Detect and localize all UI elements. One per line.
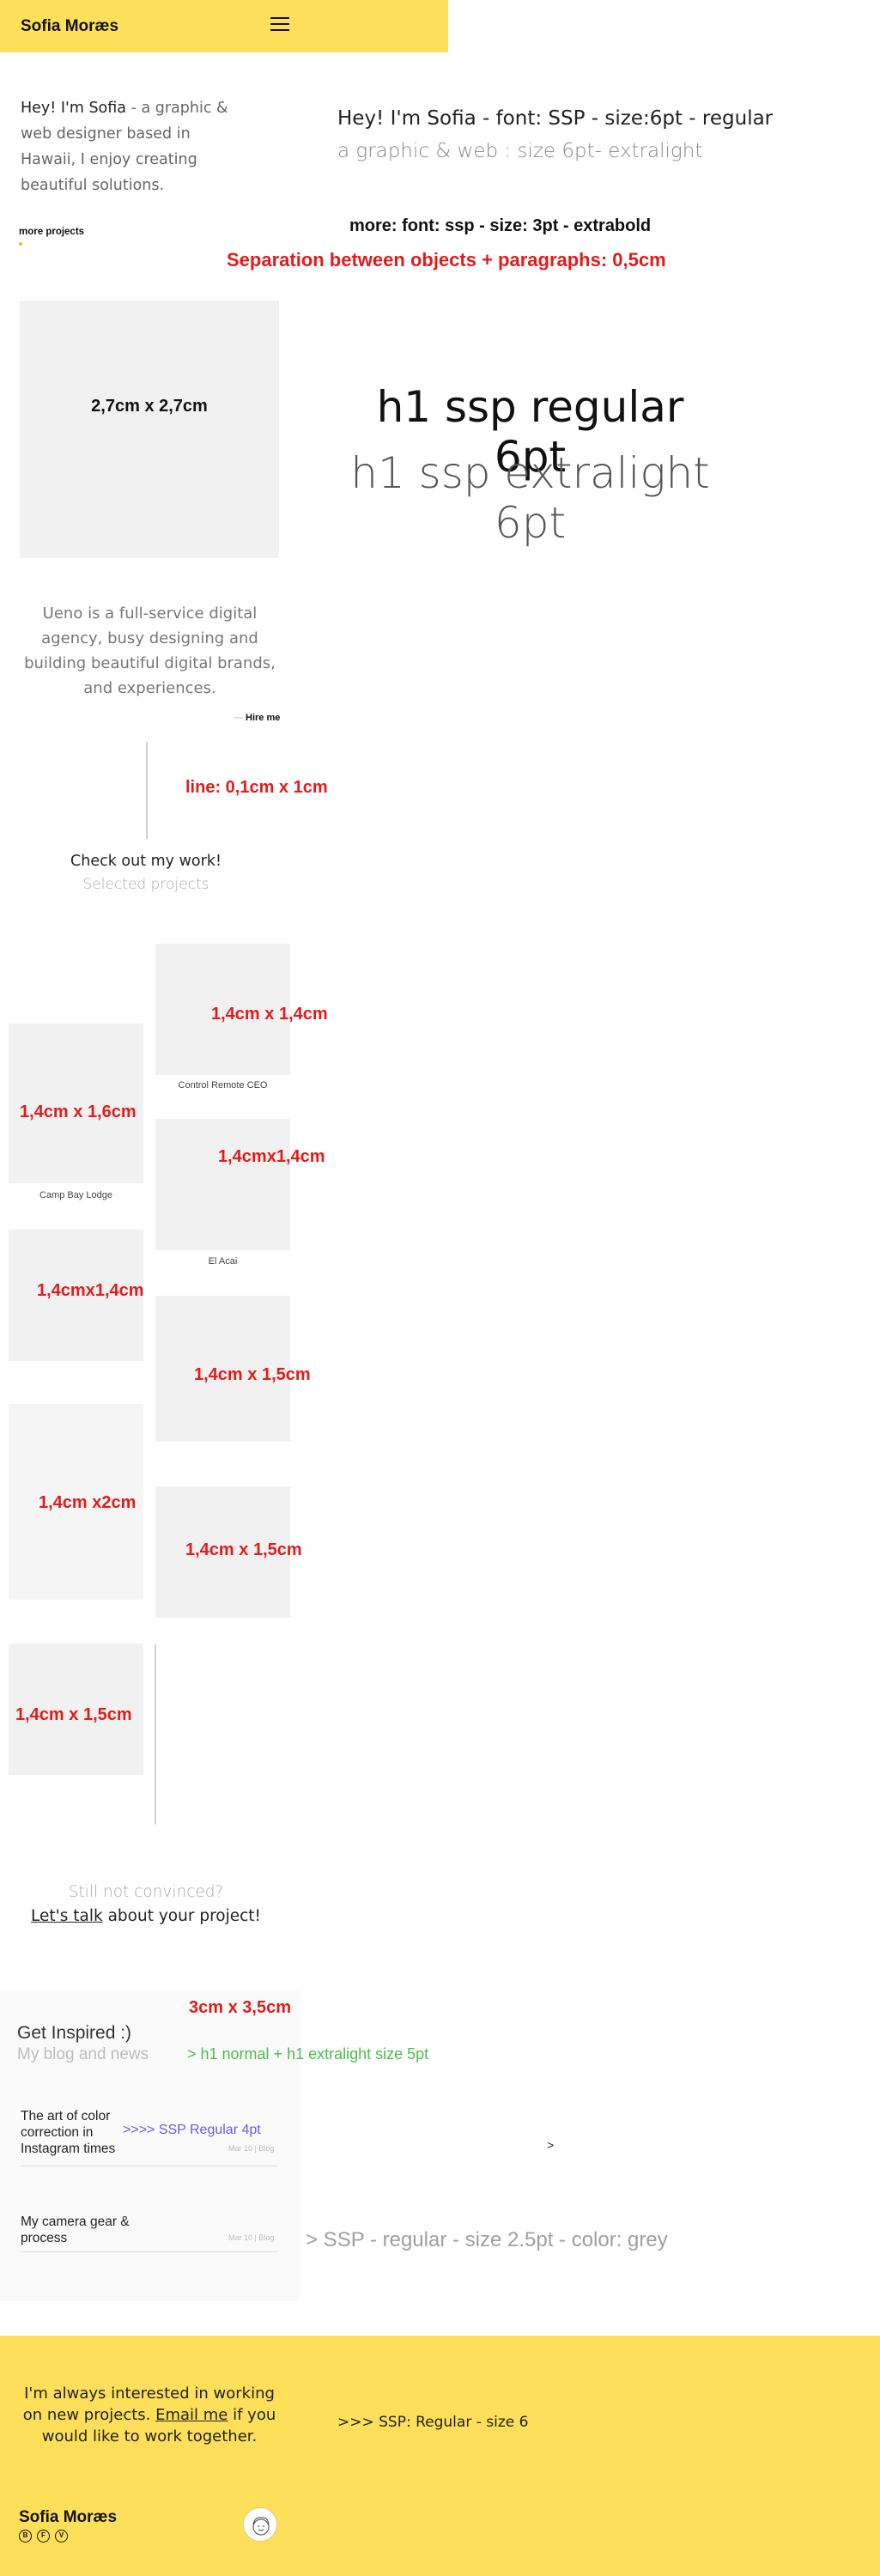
note-intro-font: Hey! I'm Sofia - font: SSP - size:6pt - …	[337, 107, 774, 130]
blog-subtitle: My blog and news	[17, 2045, 149, 2063]
note-blog-font: >>>> SSP Regular 4pt	[123, 2123, 261, 2137]
project-size-label: 1,4cm x2cm	[39, 1493, 137, 1512]
work-subtitle: Selected projects	[82, 876, 209, 893]
note-blog-h1: > h1 normal + h1 extralight size 5pt	[187, 2045, 429, 2063]
note-footer-font: >>> SSP: Regular - size 6	[337, 2414, 529, 2431]
avatar	[243, 2507, 277, 2542]
blog-post-meta: Mar 10 | Blog	[228, 2144, 275, 2153]
work-title: Check out my work!	[70, 853, 222, 870]
project-size-label: 1,4cmx1,4cm	[37, 1281, 144, 1300]
blog-title: Get Inspired :)	[17, 2023, 132, 2043]
footer-brand[interactable]: Sofia Moræs	[19, 2508, 117, 2527]
blog-post-divider	[21, 2251, 278, 2252]
project-caption[interactable]: El Acai	[155, 1256, 290, 1267]
note-separation: Separation between objects + paragraphs:…	[227, 249, 666, 270]
email-me-link[interactable]: Email me	[155, 2406, 228, 2424]
project-size-label: 1,4cm x 1,5cm	[194, 1365, 311, 1384]
more-projects-dot	[19, 242, 22, 246]
project-size-label: 1,4cm x 1,5cm	[185, 1540, 302, 1559]
project-card[interactable]	[155, 1119, 290, 1250]
portrait-size-label: 2,7cm x 2,7cm	[91, 397, 208, 416]
divider-line	[155, 1644, 156, 1825]
note-line-size: line: 0,1cm x 1cm	[185, 778, 328, 797]
vimeo-icon[interactable]: V	[55, 2530, 68, 2543]
hamburger-icon[interactable]	[270, 17, 289, 33]
hire-me-link[interactable]: Hire me	[234, 713, 280, 723]
footer-text: I'm always interested in working on new …	[17, 2383, 282, 2447]
blog-post-title[interactable]: My camera gear & process	[21, 2214, 149, 2246]
lets-talk-rest: about your project!	[102, 1907, 261, 1925]
blog-post-meta: Mar 10 | Blog	[228, 2233, 275, 2242]
still-not-convinced: Still not convinced?	[68, 1883, 224, 1901]
intro-text: Hey! I'm Sofia - a graphic & web designe…	[21, 95, 244, 198]
lets-talk-text: Let's talk about your project!	[26, 1907, 266, 1925]
project-caption[interactable]: Camp Bay Lodge	[9, 1190, 143, 1200]
footer	[0, 2336, 880, 2576]
facebook-icon[interactable]: F	[37, 2530, 50, 2543]
project-size-label: 1,4cm x 1,6cm	[20, 1103, 137, 1121]
note-ssp-grey: > SSP - regular - size 2.5pt - color: gr…	[306, 2228, 668, 2251]
project-caption[interactable]: Control Remote CEO	[155, 1080, 290, 1091]
more-projects-link[interactable]: more projects	[19, 227, 84, 237]
project-size-label: 1,4cm x 1,5cm	[15, 1705, 132, 1724]
note-intro-sub: a graphic & web : size 6pt- extralight	[337, 140, 703, 162]
divider-line	[146, 742, 148, 839]
note-h1-light: h1 ssp extralight 6pt	[350, 448, 710, 548]
brand-logo[interactable]: Sofia Moræs	[21, 17, 118, 36]
project-size-label: 1,4cmx1,4cm	[218, 1147, 325, 1166]
project-size-label: 1,4cm x 1,4cm	[211, 1005, 328, 1024]
portrait-image	[20, 301, 279, 558]
behance-icon[interactable]: B	[19, 2530, 32, 2543]
about-text: Ueno is a full-service digital agency, b…	[24, 605, 276, 697]
lets-talk-link[interactable]: Let's talk	[31, 1907, 103, 1925]
note-blog-size: 3cm x 3,5cm	[189, 1998, 291, 2017]
intro-greeting: Hey! I'm Sofia	[21, 100, 127, 117]
note-more-font: more: font: ssp - size: 3pt - extrabold	[349, 216, 652, 235]
arrow-right-icon: >	[547, 2138, 555, 2152]
blog-post-title[interactable]: The art of color correction in Instagram…	[21, 2108, 125, 2157]
